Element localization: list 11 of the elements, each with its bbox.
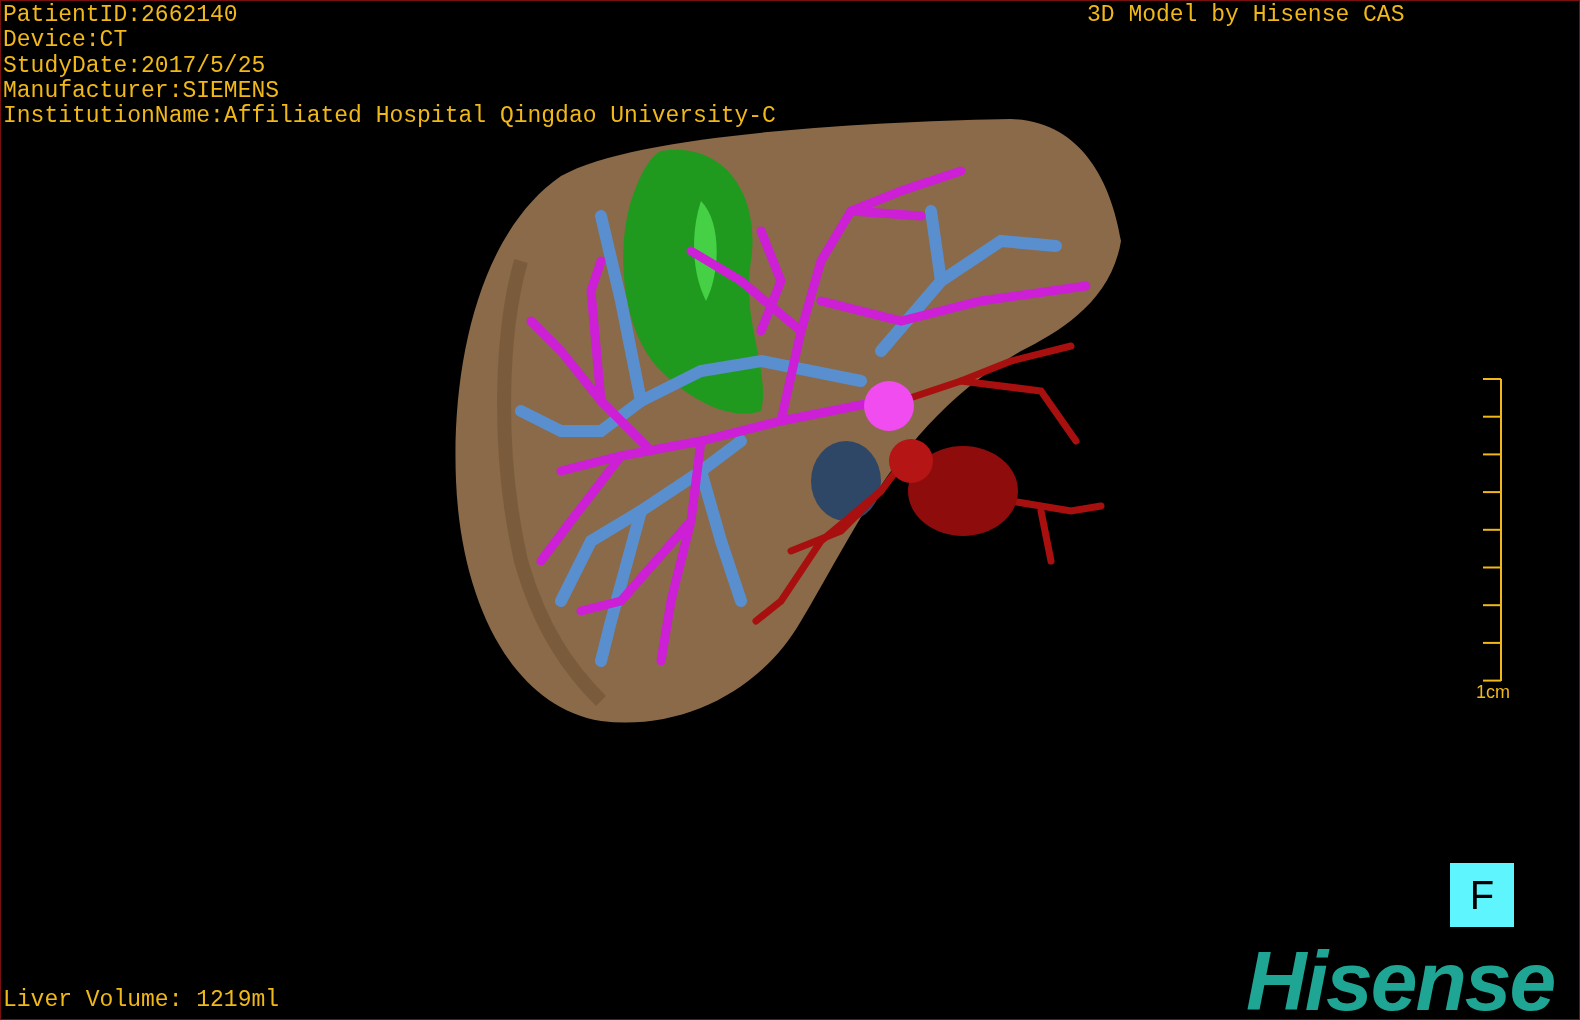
- scale-label: 1cm: [1476, 682, 1510, 702]
- study-info-text: PatientID:2662140: [3, 3, 239, 28]
- logo-text: Hisense: [1246, 939, 1555, 1019]
- orientation-button[interactable]: F: [1450, 863, 1514, 927]
- study-info-text: Manufacturer:SIEMENS: [3, 78, 281, 104]
- study-info-text: InstitutionName:Affiliated Hospital Qingdao University-C: [3, 104, 776, 130]
- scale-ruler-icon: [1483, 378, 1503, 682]
- liver-volume-text: Liver Volume: 1219ml: [3, 986, 280, 1015]
- credit-text: 3D Model by Hisense CAS: [1087, 3, 1405, 28]
- study-info-text: Device:CT: [3, 28, 129, 54]
- study-info-text: StudyDate:2017/5/25: [3, 53, 267, 79]
